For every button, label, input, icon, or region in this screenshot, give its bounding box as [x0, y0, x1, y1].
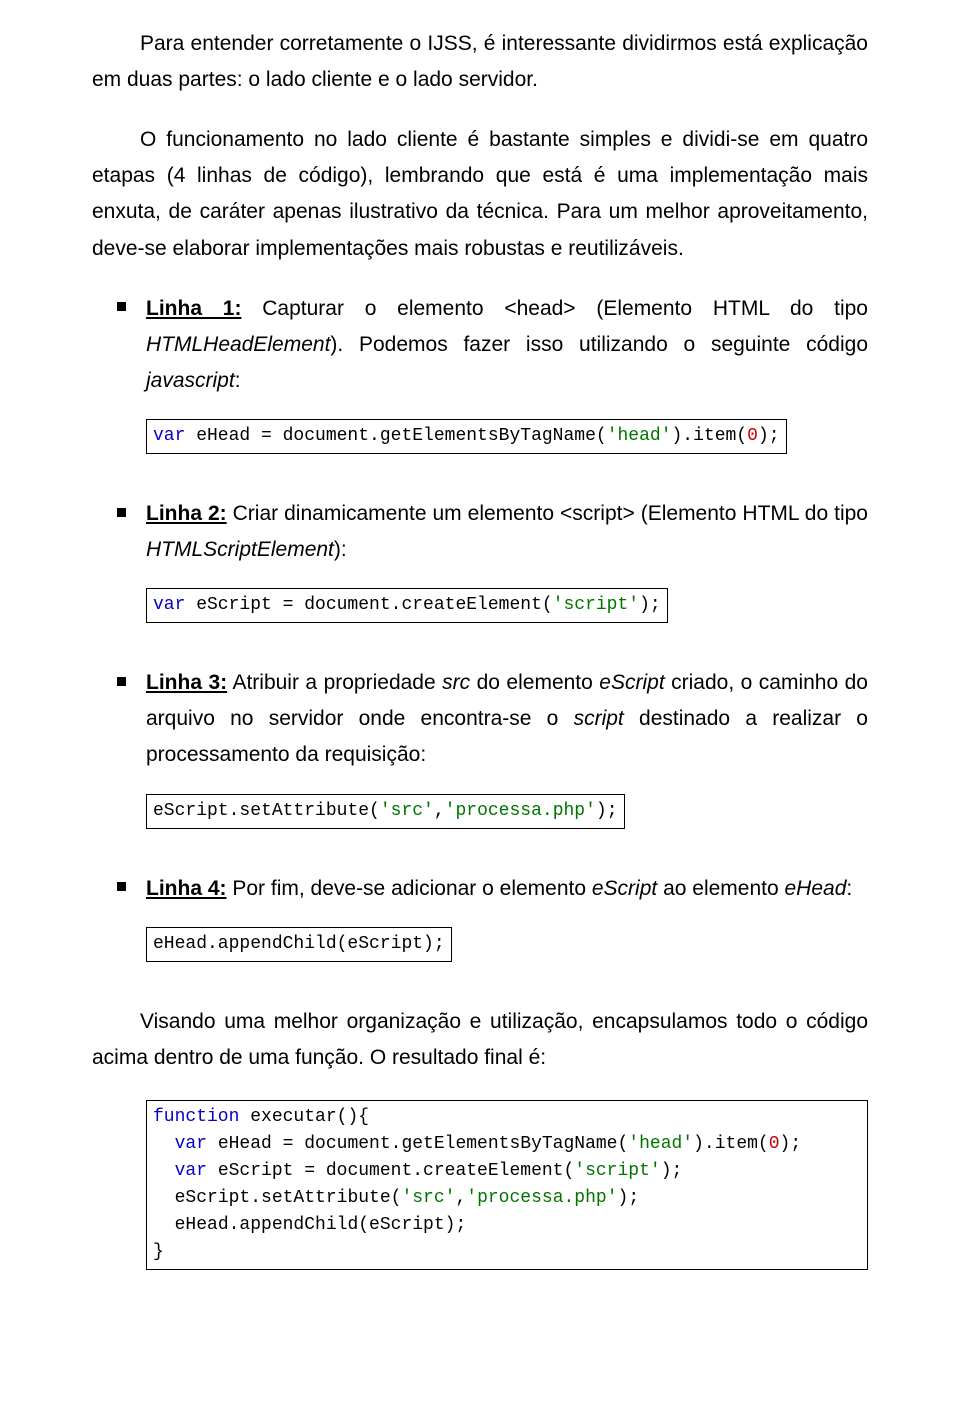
code-text [153, 1188, 175, 1208]
code-box-4: eHead.appendChild(eScript); [146, 927, 452, 962]
str-head: 'head' [607, 426, 672, 446]
paragraph-closing: Visando uma melhor organização e utiliza… [92, 1004, 868, 1076]
linha1-italic-a: HTMLHeadElement [146, 333, 330, 356]
code-text: eScript = document.createElement( [207, 1161, 574, 1181]
linha2-text-a: Criar dinamicamente um elemento <script>… [227, 502, 868, 525]
code-text: eScript.setAttribute( [153, 801, 380, 821]
code-box-final: function executar(){ var eHead = documen… [146, 1100, 868, 1270]
str-src: 'src' [380, 801, 434, 821]
num-zero: 0 [769, 1134, 780, 1154]
code-box-2: var eScript = document.createElement('sc… [146, 588, 668, 623]
kw-var: var [153, 426, 185, 446]
code-text: eHead = document.getElementsByTagName( [185, 426, 606, 446]
linha4-label: Linha 4: [146, 877, 227, 900]
linha3-text-a: Atribuir a propriedade [227, 671, 442, 694]
list-item-linha3: Linha 3: Atribuir a propriedade src do e… [92, 665, 868, 773]
code-box-3: eScript.setAttribute('src','processa.php… [146, 794, 625, 829]
linha2-text-b: ): [334, 538, 347, 561]
kw-func: function [153, 1107, 239, 1127]
kw-var: var [175, 1134, 207, 1154]
linha3-italic-b: eScript [599, 671, 664, 694]
linha4-italic-a: eScript [592, 877, 657, 900]
linha1-label: Linha 1: [146, 297, 241, 320]
code-text: eHead.appendChild(eScript); [153, 934, 445, 954]
str-proc: 'processa.php' [466, 1188, 617, 1208]
list-item-linha4: Linha 4: Por fim, deve-se adicionar o el… [92, 871, 868, 907]
code-text [153, 1161, 175, 1181]
code-text: ); [639, 595, 661, 615]
str-src: 'src' [401, 1188, 455, 1208]
str-head: 'head' [628, 1134, 693, 1154]
str-script: 'script' [574, 1161, 660, 1181]
list-item-linha1: Linha 1: Capturar o elemento <head> (Ele… [92, 291, 868, 399]
linha3-italic-a: src [442, 671, 470, 694]
linha4-italic-b: eHead [785, 877, 847, 900]
code-text: } [153, 1242, 164, 1262]
code-text: executar(){ [239, 1107, 369, 1127]
code-text: eScript = document.createElement( [185, 595, 552, 615]
bullet-icon [117, 302, 126, 311]
linha1-text-b: ). Podemos fazer isso utilizando o segui… [330, 333, 868, 356]
kw-var: var [175, 1161, 207, 1181]
code-text: ); [661, 1161, 683, 1181]
code-text: ).item( [693, 1134, 769, 1154]
document-page: Para entender corretamente o IJSS, é int… [0, 0, 960, 1426]
linha1-text-a: Capturar o elemento <head> (Elemento HTM… [241, 297, 868, 320]
paragraph-intro-2: O funcionamento no lado cliente é bastan… [92, 122, 868, 266]
code-box-1: var eHead = document.getElementsByTagNam… [146, 419, 787, 454]
code-text: eHead.appendChild(eScript); [175, 1215, 467, 1235]
linha3-text-b: do elemento [470, 671, 599, 694]
code-text: ); [596, 801, 618, 821]
paragraph-intro-1: Para entender corretamente o IJSS, é int… [92, 26, 868, 98]
linha3-italic-c: script [574, 707, 624, 730]
code-text: , [434, 801, 445, 821]
code-text: eScript.setAttribute( [175, 1188, 402, 1208]
list-item-linha2: Linha 2: Criar dinamicamente um elemento… [92, 496, 868, 568]
kw-var: var [153, 595, 185, 615]
linha2-label: Linha 2: [146, 502, 227, 525]
code-text: ).item( [672, 426, 748, 446]
code-text: ); [618, 1188, 640, 1208]
code-text: eHead = document.getElementsByTagName( [207, 1134, 628, 1154]
code-text: ); [758, 426, 780, 446]
code-text [153, 1134, 175, 1154]
linha2-italic-a: HTMLScriptElement [146, 538, 334, 561]
str-proc: 'processa.php' [445, 801, 596, 821]
bullet-icon [117, 882, 126, 891]
linha4-text-a: Por fim, deve-se adicionar o elemento [227, 877, 592, 900]
linha1-italic-b: javascript [146, 369, 235, 392]
bullet-icon [117, 508, 126, 517]
code-text [153, 1215, 175, 1235]
code-text: , [455, 1188, 466, 1208]
num-zero: 0 [747, 426, 758, 446]
linha1-text-c: : [235, 369, 241, 392]
linha3-label: Linha 3: [146, 671, 227, 694]
linha4-text-c: : [846, 877, 852, 900]
bullet-icon [117, 677, 126, 686]
linha4-text-b: ao elemento [657, 877, 784, 900]
str-script: 'script' [553, 595, 639, 615]
code-text: ); [780, 1134, 802, 1154]
